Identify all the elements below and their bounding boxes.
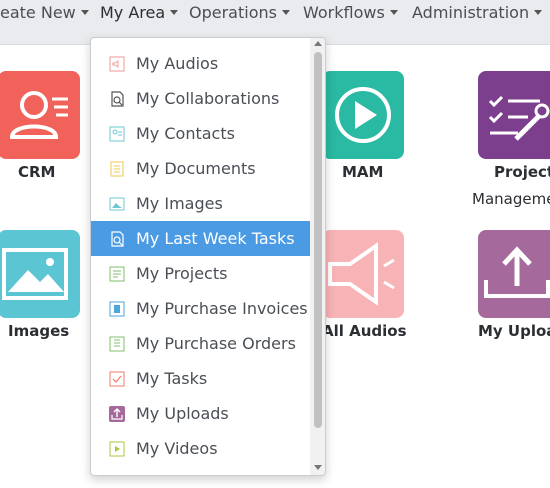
image-icon bbox=[109, 197, 125, 211]
nav-workflows[interactable]: Workflows bbox=[303, 0, 398, 26]
menu-item-my-tasks[interactable]: My Tasks bbox=[91, 361, 310, 396]
menu-item-my-uploads[interactable]: My Uploads bbox=[91, 396, 310, 431]
menu-item-label: My Collaborations bbox=[136, 89, 280, 108]
play-icon bbox=[335, 87, 391, 143]
menu-item-my-collaborations[interactable]: My Collaborations bbox=[91, 81, 310, 116]
tile-crm-label: CRM bbox=[18, 163, 56, 181]
menu-item-label: My Purchase Orders bbox=[136, 334, 296, 353]
nav-create-new[interactable]: eate New bbox=[0, 0, 89, 26]
menu-item-label: My Purchase Invoices bbox=[136, 299, 308, 318]
nav-my-area-label: My Area bbox=[100, 3, 166, 22]
order-icon bbox=[109, 336, 125, 352]
tile-project-management[interactable] bbox=[478, 71, 550, 159]
menu-item-my-audios[interactable]: My Audios bbox=[91, 46, 310, 81]
nav-operations[interactable]: Operations bbox=[189, 0, 290, 26]
upload-icon bbox=[484, 246, 550, 298]
scroll-down-icon[interactable] bbox=[314, 465, 322, 470]
image-icon bbox=[2, 248, 68, 300]
tile-mam[interactable] bbox=[322, 71, 404, 159]
menu-item-my-last-week-tasks[interactable]: My Last Week Tasks bbox=[91, 221, 310, 256]
video-icon bbox=[109, 441, 125, 457]
nav-workflows-label: Workflows bbox=[303, 3, 385, 22]
tasks-wrench-icon bbox=[488, 95, 550, 141]
menu-item-label: My Images bbox=[136, 194, 223, 213]
audio-icon bbox=[109, 56, 125, 72]
nav-administration[interactable]: Administration bbox=[412, 0, 543, 26]
chevron-down-icon bbox=[389, 10, 398, 15]
my-area-dropdown: My Audios My Collaborations My Contacts … bbox=[90, 37, 326, 476]
tile-project-label: Project bbox=[494, 163, 550, 181]
contacts-icon bbox=[109, 126, 125, 142]
tile-images-label: Images bbox=[8, 322, 70, 340]
scroll-up-icon[interactable] bbox=[314, 41, 322, 46]
menu-item-my-contacts[interactable]: My Contacts bbox=[91, 116, 310, 151]
menu-item-my-purchase-invoices[interactable]: My Purchase Invoices bbox=[91, 291, 310, 326]
projects-icon bbox=[109, 266, 125, 282]
nav-administration-label: Administration bbox=[412, 3, 530, 22]
menu-item-label: My Contacts bbox=[136, 124, 235, 143]
chevron-down-icon bbox=[281, 10, 290, 15]
nav-create-new-label: eate New bbox=[0, 3, 76, 22]
tile-project-label-line2: Manageme bbox=[472, 190, 550, 208]
chevron-down-icon bbox=[534, 10, 543, 15]
menu-item-my-projects[interactable]: My Projects bbox=[91, 256, 310, 291]
invoice-icon bbox=[109, 301, 125, 317]
tasks-icon bbox=[109, 371, 125, 387]
menu-item-my-images[interactable]: My Images bbox=[91, 186, 310, 221]
menu-item-label: My Projects bbox=[136, 264, 228, 283]
tile-images[interactable] bbox=[0, 230, 80, 318]
menu-item-my-documents[interactable]: My Documents bbox=[91, 151, 310, 186]
document-icon bbox=[110, 161, 124, 177]
nav-my-area[interactable]: My Area bbox=[100, 0, 179, 26]
tile-crm[interactable] bbox=[0, 71, 80, 159]
tile-all-audios[interactable] bbox=[322, 230, 404, 318]
menu-item-my-videos[interactable]: My Videos bbox=[91, 431, 310, 466]
task-search-icon bbox=[111, 231, 124, 247]
menu-item-label: My Tasks bbox=[136, 369, 208, 388]
scroll-thumb[interactable] bbox=[314, 52, 322, 428]
chevron-down-icon bbox=[80, 10, 89, 15]
chevron-down-icon bbox=[170, 10, 179, 15]
tile-my-uploads[interactable] bbox=[478, 230, 550, 318]
nav-operations-label: Operations bbox=[189, 3, 277, 22]
tile-my-uploads-label: My Uploa bbox=[478, 322, 550, 340]
menu-item-label: My Documents bbox=[136, 159, 256, 178]
tile-all-audios-label: All Audios bbox=[322, 322, 407, 340]
tile-mam-label: MAM bbox=[342, 163, 384, 181]
user-card-icon bbox=[9, 91, 68, 139]
menu-item-my-purchase-orders[interactable]: My Purchase Orders bbox=[91, 326, 310, 361]
menu-item-label: My Audios bbox=[136, 54, 219, 73]
menu-item-label: My Last Week Tasks bbox=[136, 229, 295, 248]
speaker-icon bbox=[328, 242, 395, 306]
upload-icon bbox=[109, 406, 125, 422]
collaboration-icon bbox=[111, 91, 124, 107]
menu-item-label: My Uploads bbox=[136, 404, 229, 423]
menu-item-label: My Videos bbox=[136, 439, 218, 458]
dropdown-scrollbar[interactable] bbox=[310, 38, 325, 475]
